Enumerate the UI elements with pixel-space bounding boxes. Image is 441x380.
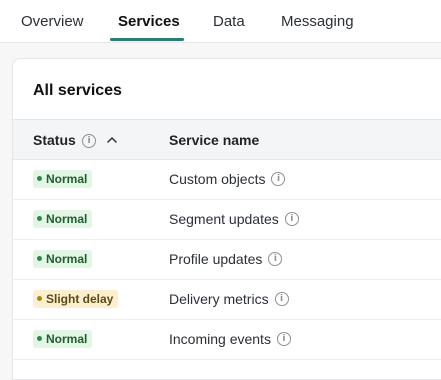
service-name-label: Delivery metrics bbox=[169, 291, 269, 307]
chevron-up-icon[interactable] bbox=[105, 133, 119, 147]
tab-messaging[interactable]: Messaging bbox=[281, 12, 354, 40]
status-dot-icon bbox=[37, 296, 42, 302]
status-badge: Slight delay bbox=[33, 290, 119, 308]
status-dot-icon bbox=[37, 336, 42, 342]
card-title: All services bbox=[33, 82, 122, 99]
tab-data[interactable]: Data bbox=[213, 12, 245, 40]
status-dot-icon bbox=[37, 216, 42, 222]
info-icon[interactable]: i bbox=[82, 134, 96, 148]
service-name: Delivery metrics i bbox=[169, 290, 289, 308]
service-name: Profile updates i bbox=[169, 250, 283, 268]
status-dot-icon bbox=[37, 256, 42, 262]
table-row: Normal Custom objects i bbox=[13, 159, 441, 200]
service-name-label: Profile updates bbox=[169, 251, 263, 267]
status-label: Normal bbox=[46, 172, 88, 186]
table-header: Status i Service name bbox=[13, 119, 441, 160]
status-column-header[interactable]: Status bbox=[33, 131, 76, 149]
info-icon[interactable]: i bbox=[274, 292, 289, 307]
table-row: Normal Profile updates i bbox=[13, 239, 441, 280]
info-icon[interactable]: i bbox=[268, 252, 283, 267]
status-label: Normal bbox=[46, 212, 88, 226]
service-name-label: Incoming events bbox=[169, 331, 271, 347]
status-badge: Normal bbox=[33, 250, 93, 268]
status-dot-icon bbox=[37, 176, 42, 182]
service-name-label: Segment updates bbox=[169, 211, 279, 227]
active-tab-indicator bbox=[110, 38, 184, 41]
services-card: All services Status i Service name Norma… bbox=[12, 58, 441, 380]
info-icon[interactable]: i bbox=[276, 332, 291, 347]
service-name: Segment updates i bbox=[169, 210, 299, 228]
status-badge: Normal bbox=[33, 170, 93, 188]
status-label: Normal bbox=[46, 252, 88, 266]
info-icon[interactable]: i bbox=[284, 212, 299, 227]
tab-bar: Overview Services Data Messaging bbox=[0, 0, 441, 43]
table-row: Slight delay Delivery metrics i bbox=[13, 279, 441, 320]
service-name: Incoming events i bbox=[169, 330, 291, 348]
service-name: Custom objects i bbox=[169, 170, 286, 188]
service-name-column-header[interactable]: Service name bbox=[169, 131, 259, 149]
service-name-label: Custom objects bbox=[169, 171, 266, 187]
status-label: Normal bbox=[46, 332, 88, 346]
status-badge: Normal bbox=[33, 210, 93, 228]
table-row: Normal Incoming events i bbox=[13, 319, 441, 360]
table-row: Normal Segment updates i bbox=[13, 199, 441, 240]
info-icon[interactable]: i bbox=[271, 172, 286, 187]
tab-services[interactable]: Services bbox=[118, 12, 180, 40]
tab-overview[interactable]: Overview bbox=[21, 12, 84, 40]
status-label: Slight delay bbox=[46, 292, 114, 306]
status-badge: Normal bbox=[33, 330, 93, 348]
